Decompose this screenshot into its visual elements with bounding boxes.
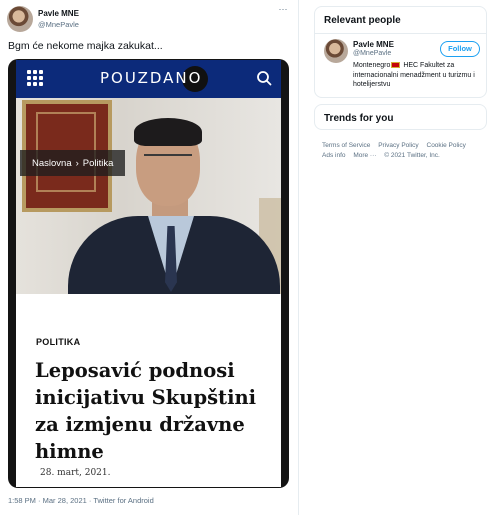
footer-link[interactable]: Terms of Service (322, 142, 370, 149)
site-logo: POUZDANO (100, 69, 203, 87)
panel-title: Relevant people (324, 15, 401, 26)
tweet-text: Bgm će nekome majka zakukat... (8, 40, 163, 52)
article-date: 28. mart, 2021. (40, 468, 111, 478)
panel-title: Trends for you (324, 113, 394, 124)
divider (315, 33, 486, 34)
glasses (144, 154, 192, 164)
article-screenshot: POUZDANO Naslovna › Politika POLITIKA Le… (16, 60, 281, 487)
tweet-timestamp[interactable]: 1:58 PM · Mar 28, 2021 · Twitter for And… (8, 496, 154, 505)
montenegro-flag-icon (391, 62, 401, 69)
footer-link[interactable]: Privacy Policy (378, 142, 418, 149)
breadcrumb: Naslovna › Politika (20, 150, 126, 176)
tweet-media[interactable]: POUZDANO Naslovna › Politika POLITIKA Le… (8, 59, 289, 488)
tweet-column: Pavle MNE @MnePavle ··· Bgm će nekome ma… (0, 0, 299, 515)
breadcrumb-section: Politika (82, 157, 114, 169)
relevant-people-panel: Relevant people Pavle MNE @MnePavle Foll… (314, 6, 487, 98)
article-photo: Naslovna › Politika (16, 98, 281, 294)
site-header-bar: POUZDANO (16, 60, 281, 98)
footer-links: Terms of Service Privacy Policy Cookie P… (322, 141, 487, 161)
footer-link[interactable]: More ··· (353, 152, 376, 159)
person-hair (134, 118, 202, 146)
copyright: © 2021 Twitter, Inc. (384, 152, 440, 159)
relevant-person-avatar[interactable] (324, 39, 348, 63)
trends-panel: Trends for you (314, 104, 487, 130)
menu-grid-icon (27, 70, 43, 86)
tweet-header: Pavle MNE @MnePavle ··· (7, 5, 292, 34)
follow-button[interactable]: Follow (440, 41, 480, 57)
author-avatar[interactable] (7, 6, 33, 32)
article-headline: Leposavić podnosi inicijativu Skupštini … (35, 359, 257, 463)
footer-link[interactable]: Cookie Policy (427, 142, 466, 149)
relevant-person-handle[interactable]: @MnePavle (353, 50, 391, 57)
search-icon (257, 71, 272, 86)
breadcrumb-separator: › (75, 157, 79, 169)
relevant-person-name[interactable]: Pavle MNE (353, 40, 394, 49)
footer-link[interactable]: Ads info (322, 152, 346, 159)
bio-text-start: Montenegro (353, 62, 391, 69)
article-category: POLITIKA (36, 337, 81, 347)
breadcrumb-home: Naslovna (32, 157, 72, 169)
more-options-icon[interactable]: ··· (276, 5, 290, 16)
relevant-person-bio: Montenegro HEC Fakultet za internacional… (353, 61, 483, 90)
author-handle[interactable]: @MnePavle (38, 20, 79, 29)
author-name[interactable]: Pavle MNE (38, 9, 79, 18)
